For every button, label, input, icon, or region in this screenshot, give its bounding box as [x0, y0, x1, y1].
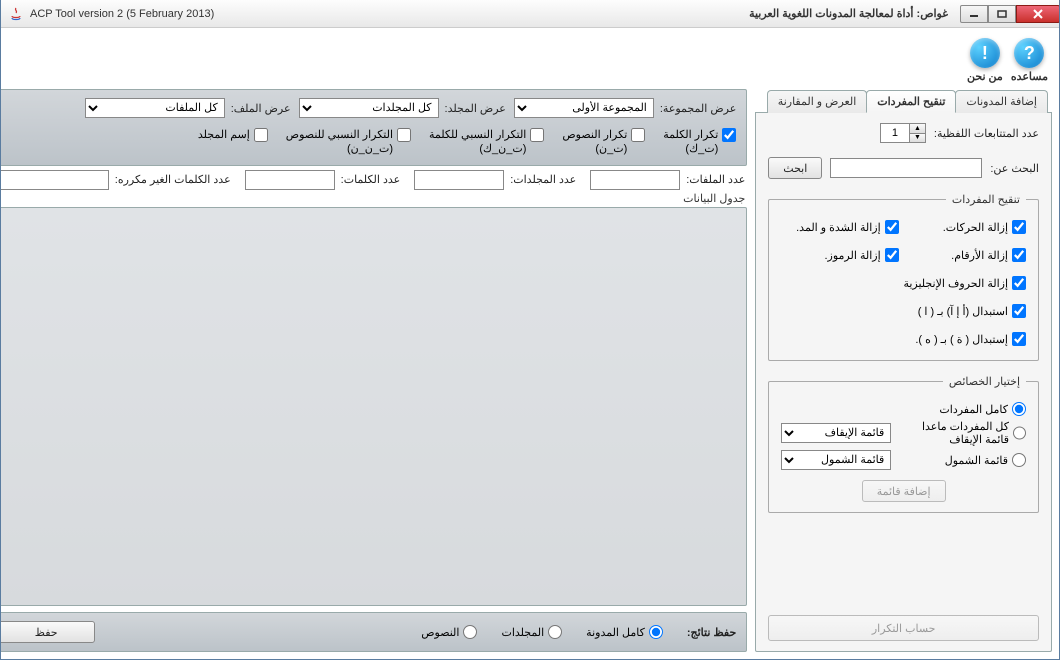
stat-words-value: [245, 170, 335, 190]
includelist-select[interactable]: قائمة الشمول: [781, 450, 891, 470]
save-panel: حفظ نتائج: كامل المدونة المجلدات النصوص …: [0, 612, 747, 652]
help-icon: ?: [1014, 38, 1044, 68]
file-select[interactable]: كل الملفات: [85, 98, 225, 118]
info-icon: !: [970, 38, 1000, 68]
refine-fieldset: تنقيح المفردات إزالة الحركات. إزالة الشد…: [768, 193, 1039, 361]
stoplist-select[interactable]: قائمة الإيقاف: [781, 423, 891, 443]
stat-folders-value: [414, 170, 504, 190]
stat-words-label: عدد الكلمات:: [341, 173, 401, 186]
radio-save-full-corpus[interactable]: كامل المدونة: [586, 625, 663, 639]
data-table-label: جدول البيانات: [0, 192, 747, 205]
compute-frequency-button[interactable]: حساب التكرار: [768, 615, 1039, 641]
group-select[interactable]: المجموعة الأولى: [514, 98, 654, 118]
about-label: من نحن: [967, 70, 1003, 83]
radio-save-texts[interactable]: النصوص: [421, 625, 477, 639]
stat-files-value: [590, 170, 680, 190]
ngram-label: عدد المتتابعات اللفظية:: [934, 127, 1039, 140]
data-table: [0, 207, 747, 606]
chk-folder-name[interactable]: إسم المجلد: [198, 128, 268, 142]
search-input[interactable]: [830, 158, 982, 178]
window-title-ar: غواص: أداة لمعالجة المدونات اللغوية العر…: [737, 7, 960, 20]
stat-unique-value: [0, 170, 109, 190]
chk-remove-shadda[interactable]: إزالة الشدة و المد.: [781, 220, 898, 234]
chk-relative-text-frequency[interactable]: التكرار النسبي للنصوص(ت_ن_ن): [286, 128, 411, 157]
spinner-down-button[interactable]: ▼: [909, 133, 925, 142]
chk-remove-english[interactable]: إزالة الحروف الإنجليزية: [781, 276, 1026, 290]
java-icon: [8, 6, 24, 22]
chk-remove-diacritics[interactable]: إزالة الحركات.: [909, 220, 1026, 234]
tab-view-compare[interactable]: العرض و المقارنة: [767, 90, 867, 113]
add-list-button[interactable]: إضافة قائمة: [862, 480, 946, 502]
tab-add-corpus[interactable]: إضافة المدونات: [955, 90, 1048, 113]
properties-legend: إختيار الخصائص: [943, 375, 1026, 388]
window-title-en: ACP Tool version 2 (5 February 2013): [30, 8, 214, 20]
ngram-input[interactable]: [881, 124, 909, 142]
tabs: إضافة المدونات تنقيح المفردات العرض و ال…: [755, 89, 1052, 113]
window-minimize-button[interactable]: [960, 5, 988, 23]
window-maximize-button[interactable]: [988, 5, 1016, 23]
view-controls-panel: عرض المجموعة: المجموعة الأولى عرض المجلد…: [0, 89, 747, 166]
stat-unique-label: عدد الكلمات الغير مكرره:: [115, 173, 231, 186]
spinner-up-button[interactable]: ▲: [909, 124, 925, 133]
chk-text-frequency[interactable]: تكرار النصوص(ت_ن): [562, 128, 645, 157]
window-close-button[interactable]: [1016, 5, 1060, 23]
stat-files-label: عدد الملفات:: [686, 173, 745, 186]
window-titlebar: ACP Tool version 2 (5 February 2013) غوا…: [0, 0, 1060, 28]
file-label: عرض الملف:: [231, 102, 291, 115]
refine-legend: تنقيح المفردات: [946, 193, 1026, 206]
help-button[interactable]: ? مساعده: [1011, 38, 1048, 83]
radio-save-folders[interactable]: المجلدات: [501, 625, 562, 639]
tab-content-refine: عدد المتتابعات اللفظية: ▲ ▼ البحث عن:: [755, 113, 1052, 652]
folder-select[interactable]: كل المجلدات: [299, 98, 439, 118]
chk-remove-symbols[interactable]: إزالة الرموز.: [781, 248, 898, 262]
search-button[interactable]: ابحث: [768, 157, 822, 179]
save-results-label: حفظ نتائج:: [687, 626, 736, 639]
folder-label: عرض المجلد:: [445, 102, 506, 115]
chk-relative-word-frequency[interactable]: التكرار النسبي للكلمة(ت_ن_ك): [429, 128, 544, 157]
tab-refine-vocab[interactable]: تنقيح المفردات: [866, 90, 956, 113]
chk-normalize-ta[interactable]: إستبدال ( ة ) بـ ( ه ).: [781, 332, 1026, 346]
stat-folders-label: عدد المجلدات:: [510, 173, 576, 186]
help-label: مساعده: [1011, 70, 1048, 83]
ngram-spinner[interactable]: ▲ ▼: [880, 123, 926, 143]
search-label: البحث عن:: [990, 162, 1039, 175]
radio-all-vocab[interactable]: كامل المفردات: [781, 402, 1026, 416]
chk-normalize-alef[interactable]: استبدال (أ إ آ) بـ ( ا ): [781, 304, 1026, 318]
save-button[interactable]: حفظ: [0, 621, 95, 643]
properties-fieldset: إختيار الخصائص كامل المفردات كل المفردات…: [768, 375, 1039, 513]
chk-remove-numbers[interactable]: إزالة الأرقام.: [909, 248, 1026, 262]
group-label: عرض المجموعة:: [660, 102, 736, 115]
radio-except-stoplist[interactable]: كل المفردات ماعدا قائمة الإيقاف: [901, 420, 1026, 446]
radio-include-list[interactable]: قائمة الشمول: [945, 453, 1026, 467]
about-button[interactable]: ! من نحن: [967, 38, 1003, 83]
chk-word-frequency[interactable]: تكرار الكلمة(ت_ك): [663, 128, 736, 157]
